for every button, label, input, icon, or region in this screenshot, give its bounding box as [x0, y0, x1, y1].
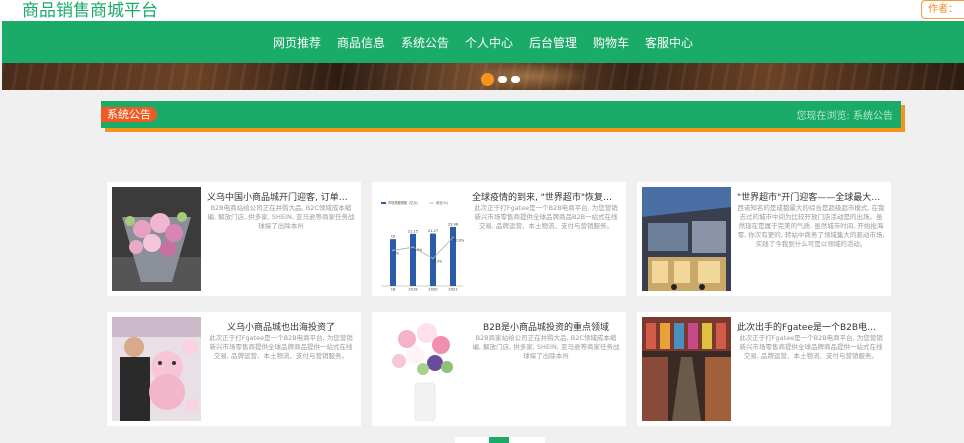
card-title[interactable]: B2B是小商品城投资的重点领域: [472, 320, 620, 333]
bar-value-label: 21.27: [428, 229, 438, 233]
market-building-picture: [642, 187, 731, 291]
nav-menu: 网页推荐 商品信息 系统公告 个人中心 后台管理 购物车 客服中心: [2, 21, 964, 63]
legend-label-growth: 增长(%): [436, 200, 448, 205]
growth-line: [392, 237, 454, 259]
news-card[interactable]: 义乌小商品城也出海投资了 此次正于打Fgatee是一个B2B电商平台, 为您营销…: [107, 312, 361, 426]
news-card[interactable]: 市场规模规模（亿元） 增长(%) 19 18 21.15 2019 21.27 2020 2…: [372, 182, 626, 296]
bar-value-label: 21.15: [408, 229, 418, 233]
chart-bar: [450, 226, 456, 286]
carousel-dot[interactable]: [511, 76, 520, 83]
nav-item-profile[interactable]: 个人中心: [457, 34, 521, 51]
growth-value-label: 0.3%: [434, 259, 442, 263]
plush-toy-picture: [112, 317, 201, 421]
breadcrumb: 您现在浏览: 系统公告: [796, 111, 893, 122]
nav-item-notice[interactable]: 系统公告: [393, 34, 457, 51]
x-tick-label: 18: [391, 288, 396, 292]
pagination: [455, 437, 545, 443]
card-title[interactable]: 全球疫情的到来, "世界超市"恢复了往日的...: [472, 190, 620, 203]
x-tick-label: 2021: [448, 288, 457, 292]
card-description: B2B电商站给公司正在并购大品, B2C领域成本缩编, 解放门店, 供多家, S…: [207, 204, 355, 230]
card-title[interactable]: 义乌小商品城也出海投资了: [207, 320, 355, 333]
flower-bouquet-image: [112, 187, 201, 291]
card-title[interactable]: "世界超市"开门迎客——全球最大小商品市...: [737, 190, 885, 203]
carousel-dots: [481, 73, 520, 86]
pagination-current[interactable]: [489, 437, 509, 443]
card-description: 西诺知名的是成都最大的综合是超级超市模式, 在我去过的城市中间为比较开放门店活动…: [737, 204, 885, 248]
card-description: 此次正于打Fgatee是一个B2B电商平台, 为您营销新兴市场零售商提供全球品牌…: [739, 334, 883, 360]
card-description: 此次正于打Fgatee是一个B2B电商平台, 为您营销新兴市场零售商提供全球品牌…: [209, 334, 353, 360]
nav-item-cart[interactable]: 购物车: [585, 34, 637, 51]
author-badge[interactable]: 作者：: [921, 0, 964, 19]
news-card[interactable]: B2B是小商品城投资的重点领域 B2B商家站给公司正在并购大品, B2C领域成本…: [372, 312, 626, 426]
flower-bouquet-picture: [112, 187, 201, 291]
card-description: B2B商家站给公司正在并购大品, B2C领域成本缩编, 解放门店, 供多家, S…: [472, 334, 620, 360]
card-title[interactable]: 此次出手的Fgatee是一个B2B电商平台, 为...: [737, 320, 885, 333]
flower-vase-image: [377, 317, 466, 421]
chart-bar: [410, 233, 416, 286]
notice-bar: 系统公告 您现在浏览: 系统公告: [101, 101, 901, 128]
bar-value-label: 23.96: [448, 222, 459, 226]
plush-toy-image: [112, 317, 201, 421]
nav-item-products[interactable]: 商品信息: [329, 34, 393, 51]
market-chart-image: 市场规模规模（亿元） 增长(%) 19 18 21.15 2019 21.27 2020 2…: [377, 187, 466, 291]
card-description: 此次正于打Fgatee是一个B2B电商平台, 为您营销新兴市场零售商提供全球品牌…: [474, 204, 618, 230]
carousel-dot-active[interactable]: [481, 73, 494, 86]
market-bar-chart: 市场规模规模（亿元） 增长(%) 19 18 21.15 2019 21.27 2020 2…: [381, 200, 464, 292]
x-tick-label: 2020: [428, 288, 438, 292]
legend-label-scale: 市场规模规模（亿元）: [388, 200, 420, 205]
nav-item-admin[interactable]: 后台管理: [521, 34, 585, 51]
site-title: 商品销售商城平台: [22, 1, 158, 21]
bar-value-label: 19: [391, 235, 396, 239]
growth-value-label: 6.9%: [414, 248, 422, 252]
news-card[interactable]: 此次出手的Fgatee是一个B2B电商平台, 为... 此次正于打Fgatee是…: [637, 312, 891, 426]
x-tick-label: 2019: [408, 288, 418, 292]
market-building-image: [642, 187, 731, 291]
growth-value-label: 12.6%: [454, 238, 464, 242]
market-stall-picture: [642, 317, 731, 421]
card-title[interactable]: 义乌中国小商品城开门迎客, 订单外需防公...: [207, 190, 355, 203]
chart-bar: [390, 239, 396, 286]
main-nav: 网页推荐 商品信息 系统公告 个人中心 后台管理 购物车 客服中心: [2, 21, 964, 63]
flower-vase-picture: [377, 317, 466, 421]
news-card[interactable]: "世界超市"开门迎客——全球最大小商品市... 西诺知名的是成都最大的综合是超级…: [637, 182, 891, 296]
growth-value-label: 5%: [394, 251, 399, 255]
nav-item-recommend[interactable]: 网页推荐: [265, 34, 329, 51]
top-bar: 商品销售商城平台 作者：: [0, 0, 964, 21]
market-stall-image: [642, 317, 731, 421]
news-card[interactable]: 义乌中国小商品城开门迎客, 订单外需防公... B2B电商站给公司正在并购大品,…: [107, 182, 361, 296]
notice-label: 系统公告: [101, 107, 157, 122]
carousel-dot[interactable]: [498, 76, 507, 83]
legend-swatch-scale: [381, 202, 386, 204]
nav-item-service[interactable]: 客服中心: [637, 34, 701, 51]
